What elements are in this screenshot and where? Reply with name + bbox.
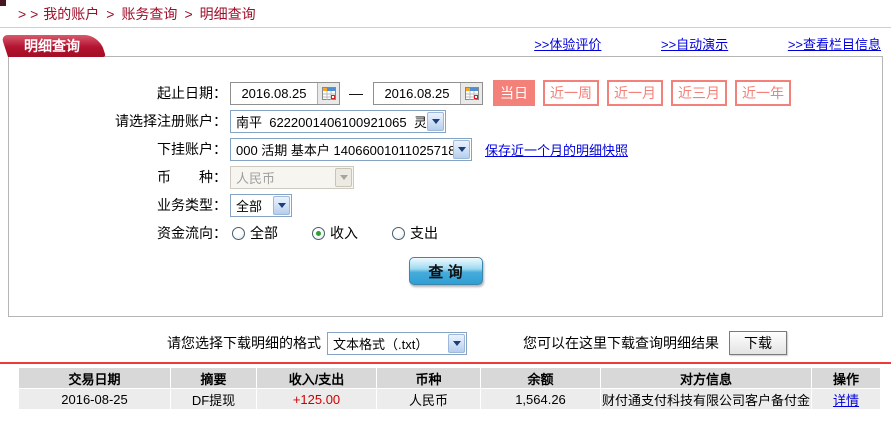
query-button[interactable]: 查 询: [409, 257, 483, 285]
flow-row: 资金流向： 全部 收入 支出: [9, 219, 882, 247]
flow-radio-group: 全部 收入 支出: [232, 223, 472, 243]
biz-type-row: 业务类型： 全部: [9, 191, 882, 219]
account-select-value: 南平 6222001406100921065 灵通卡: [231, 112, 427, 131]
snapshot-link[interactable]: 保存近一个月的明细快照: [485, 140, 628, 159]
account-label: 请选择注册账户：: [9, 111, 227, 131]
biz-type-select-value: 全部: [231, 196, 273, 215]
breadcrumb-item-detail-query[interactable]: 明细查询: [200, 6, 256, 22]
range-button-today[interactable]: 当日: [493, 80, 535, 106]
range-button-last-week[interactable]: 近一周: [543, 80, 599, 106]
breadcrumb-item-account-query[interactable]: 账务查询: [121, 6, 177, 22]
download-row: 请您选择下载明细的格式 文本格式（.txt） 您可以在这里下载查询明细结果 下载: [167, 330, 891, 356]
transaction-table: 交易日期 摘要 收入/支出 币种 余额 对方信息 操作 2016-08-25 D…: [18, 367, 881, 410]
detail-query-page: > > 我的账户 > 账务查询 > 明细查询 明细查询 >>体验评价 >>自动演示 >>查…: [0, 0, 891, 423]
download-format-select[interactable]: 文本格式（.txt）: [327, 332, 467, 355]
breadcrumb-item-my-account[interactable]: 我的账户: [43, 6, 99, 22]
chevron-down-icon: [427, 112, 444, 131]
chevron-down-icon: [273, 196, 290, 215]
col-header-amount: 收入/支出: [257, 368, 376, 388]
red-divider: [0, 362, 891, 364]
sub-account-select[interactable]: 000 活期 基本户 1406600101102571848: [230, 138, 472, 161]
flow-label: 资金流向：: [9, 223, 227, 243]
date-range-dash: —: [349, 85, 363, 101]
query-form-panel: 起止日期：: [8, 56, 883, 317]
range-button-last-month[interactable]: 近一月: [607, 80, 663, 106]
account-select[interactable]: 南平 6222001406100921065 灵通卡: [230, 110, 446, 133]
sub-account-label: 下挂账户：: [9, 139, 227, 159]
corner-notch: [0, 0, 6, 6]
table-header-row: 交易日期 摘要 收入/支出 币种 余额 对方信息 操作: [19, 368, 880, 388]
cell-balance: 1,564.26: [481, 389, 600, 409]
link-experience-rating[interactable]: >>体验评价: [534, 37, 601, 52]
link-view-column-info[interactable]: >>查看栏目信息: [788, 37, 881, 52]
col-header-date: 交易日期: [19, 368, 170, 388]
download-button[interactable]: 下载: [729, 331, 787, 355]
currency-label: 币 种：: [9, 167, 227, 187]
tab-detail-query: 明细查询: [8, 35, 90, 57]
radio-checked-icon: [312, 227, 325, 240]
section-header: 明细查询 >>体验评价 >>自动演示 >>查看栏目信息: [0, 35, 891, 56]
sub-account-select-value: 000 活期 基本户 1406600101102571848: [231, 140, 453, 159]
page-title: 明细查询: [24, 38, 80, 54]
detail-link[interactable]: 详情: [833, 393, 859, 408]
col-header-summary: 摘要: [171, 368, 256, 388]
radio-flow-income-label: 收入: [330, 223, 358, 243]
link-auto-demo[interactable]: >>自动演示: [661, 37, 728, 52]
breadcrumb-separator: >: [184, 6, 192, 22]
radio-flow-all-label: 全部: [250, 223, 278, 243]
currency-row: 币 种： 人民币: [9, 163, 882, 191]
chevron-down-icon: [448, 334, 465, 353]
biz-type-label: 业务类型：: [9, 195, 227, 215]
cell-counterparty: 财付通支付科技有限公司客户备付金: [601, 389, 811, 409]
breadcrumb-separator: >: [106, 6, 114, 22]
col-header-counterparty: 对方信息: [601, 368, 811, 388]
range-button-last-year[interactable]: 近一年: [735, 80, 791, 106]
chevron-down-icon: [453, 140, 470, 159]
col-header-action: 操作: [812, 368, 880, 388]
sub-account-row: 下挂账户： 000 活期 基本户 1406600101102571848 保存近…: [9, 135, 882, 163]
cell-date: 2016-08-25: [19, 389, 170, 409]
cell-currency: 人民币: [377, 389, 480, 409]
currency-select-value: 人民币: [231, 168, 335, 187]
radio-flow-all[interactable]: 全部: [232, 223, 278, 243]
radio-icon: [392, 227, 405, 240]
radio-flow-expense-label: 支出: [410, 223, 438, 243]
account-row: 请选择注册账户： 南平 6222001406100921065 灵通卡: [9, 107, 882, 135]
table-row: 2016-08-25 DF提现 +125.00 人民币 1,564.26 财付通…: [19, 389, 880, 409]
download-format-value: 文本格式（.txt）: [328, 334, 448, 353]
col-header-balance: 余额: [481, 368, 600, 388]
radio-flow-income[interactable]: 收入: [312, 223, 358, 243]
calendar-icon: [465, 87, 479, 100]
date-range-label: 起止日期：: [9, 83, 227, 103]
calendar-button-from[interactable]: [317, 83, 339, 104]
date-range-row: 起止日期：: [9, 79, 882, 107]
cell-summary: DF提现: [171, 389, 256, 409]
download-format-label: 请您选择下载明细的格式: [167, 333, 321, 353]
currency-select: 人民币: [230, 166, 354, 189]
date-from-input[interactable]: [231, 83, 317, 104]
query-form: 起止日期：: [9, 57, 882, 285]
radio-flow-expense[interactable]: 支出: [392, 223, 438, 243]
range-button-last-3-months[interactable]: 近三月: [671, 80, 727, 106]
date-to-input[interactable]: [374, 83, 460, 104]
download-result-label: 您可以在这里下载查询明细结果: [523, 333, 719, 353]
date-from-box: [230, 82, 340, 105]
breadcrumb: > > 我的账户 > 账务查询 > 明细查询: [0, 0, 891, 28]
calendar-icon: [322, 87, 336, 100]
radio-icon: [232, 227, 245, 240]
chevron-down-icon: [335, 168, 352, 187]
breadcrumb-prefix: > >: [18, 6, 38, 22]
date-to-box: [373, 82, 483, 105]
calendar-button-to[interactable]: [460, 83, 482, 104]
biz-type-select[interactable]: 全部: [230, 194, 292, 217]
cell-amount: +125.00: [257, 389, 376, 409]
header-links: >>体验评价 >>自动演示 >>查看栏目信息: [478, 34, 881, 53]
col-header-currency: 币种: [377, 368, 480, 388]
cell-action: 详情: [812, 389, 880, 409]
